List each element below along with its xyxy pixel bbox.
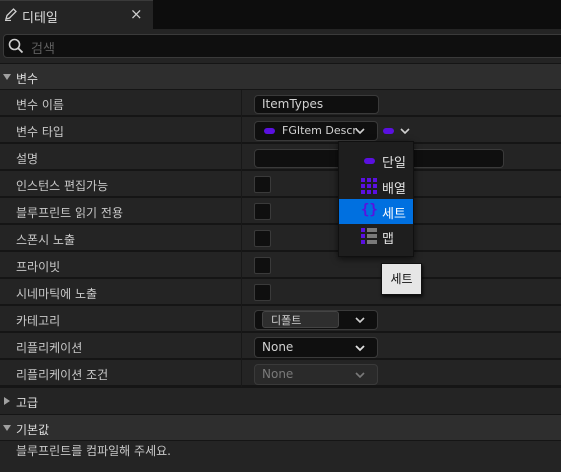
details-tab[interactable]: 디테일 × — [0, 0, 153, 29]
collapse-arrow-icon — [3, 425, 11, 431]
menu-item-label: 세트 — [382, 207, 406, 222]
collapse-arrow-icon — [3, 74, 11, 80]
replication-condition-value: None — [262, 367, 294, 381]
chevron-down-icon[interactable] — [400, 127, 410, 135]
menu-item-label: 배열 — [382, 182, 406, 197]
section-header-advanced[interactable] — [0, 388, 561, 414]
chevron-down-icon — [355, 128, 365, 135]
tooltip: 세트 — [381, 263, 422, 295]
variable-type-value: FGItem Descr — [282, 124, 357, 137]
menu-item-array[interactable]: 배열 — [339, 174, 413, 199]
search-input[interactable] — [3, 34, 561, 58]
expose-spawn-checkbox[interactable] — [254, 230, 271, 247]
property-row — [0, 225, 561, 251]
menu-item-set[interactable]: {} 세트 — [339, 199, 413, 224]
chevron-down-icon — [355, 345, 365, 352]
section-label-variable: 변수 — [16, 72, 39, 86]
instance-editable-checkbox[interactable] — [254, 176, 271, 193]
blueprint-readonly-label: 블루프린트 읽기 전용 — [16, 206, 123, 220]
category-label: 카테고리 — [16, 314, 61, 328]
section-label-advanced: 고급 — [16, 396, 39, 410]
section-label-default-value: 기본값 — [16, 423, 50, 437]
instance-editable-label: 인스턴스 편집가능 — [16, 179, 109, 193]
replication-label: 리플리케이션 — [16, 341, 83, 355]
compile-message: 블루프린트를 컴파일해 주세요. — [16, 444, 171, 458]
expose-cinematic-checkbox[interactable] — [254, 284, 271, 301]
column-divider — [241, 90, 242, 387]
blueprint-readonly-checkbox[interactable] — [254, 203, 271, 220]
type-pill-icon — [264, 128, 275, 134]
pencil-icon — [5, 8, 17, 21]
replication-condition-label: 리플리케이션 조건 — [16, 368, 109, 382]
set-braces-icon: {} — [361, 202, 378, 218]
private-label: 프라이빗 — [16, 260, 61, 274]
section-header-variable[interactable] — [0, 64, 561, 89]
menu-item-label: 맵 — [382, 232, 394, 247]
replication-value: None — [262, 340, 294, 354]
close-icon[interactable]: × — [130, 5, 143, 23]
private-checkbox[interactable] — [254, 257, 271, 274]
chevron-down-icon — [355, 317, 365, 324]
container-type-button[interactable] — [383, 128, 394, 134]
name-label: 변수 이름 — [16, 98, 64, 112]
array-grid-icon — [361, 178, 377, 194]
variable-name-value: ItemTypes — [262, 97, 324, 111]
category-value: 디폴트 — [271, 314, 302, 327]
single-pill-icon — [364, 158, 375, 164]
search-placeholder: 검색 — [31, 42, 55, 57]
menu-item-map[interactable]: 맵 — [339, 224, 413, 249]
expand-arrow-icon — [4, 397, 10, 405]
description-label: 설명 — [16, 152, 39, 166]
type-label: 변수 타입 — [16, 125, 64, 139]
expose-spawn-label: 스폰시 노출 — [16, 233, 76, 247]
menu-item-single[interactable]: 단일 — [339, 148, 413, 173]
property-row — [0, 252, 561, 278]
search-icon — [8, 38, 24, 54]
menu-item-label: 단일 — [382, 156, 406, 171]
expose-cinematic-label: 시네마틱에 노출 — [16, 287, 98, 301]
chevron-down-icon — [355, 372, 365, 379]
tab-title: 디테일 — [22, 11, 58, 26]
map-list-icon — [361, 228, 377, 244]
section-header-default-value[interactable] — [0, 415, 561, 440]
